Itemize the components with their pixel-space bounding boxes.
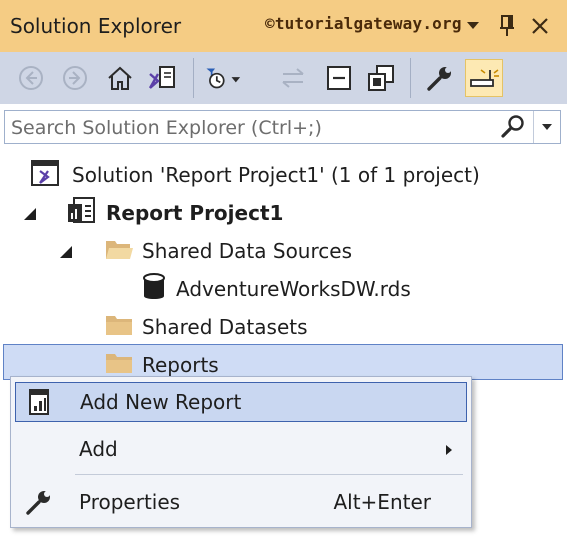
menu-item-add[interactable]: Add — [15, 429, 467, 469]
tree-item-project[interactable]: Report Project1 — [66, 195, 283, 231]
menu-item-label: Add — [79, 437, 118, 461]
panel-title: Solution Explorer — [10, 14, 182, 38]
tree-item-data-source-file[interactable]: AdventureWorksDW.rds — [140, 271, 411, 307]
chevron-down-icon[interactable] — [459, 12, 487, 40]
folder-icon — [104, 312, 134, 343]
expanded-triangle-icon[interactable] — [22, 206, 38, 222]
expanded-triangle-icon[interactable] — [58, 244, 74, 260]
home-icon[interactable] — [101, 59, 139, 97]
preview-selected-items-icon[interactable] — [465, 59, 503, 97]
sync-icon[interactable] — [274, 59, 312, 97]
submenu-arrow-icon — [445, 437, 453, 461]
solution-icon — [30, 158, 64, 193]
tree-item-label: Shared Data Sources — [142, 239, 352, 263]
database-icon — [140, 272, 168, 307]
context-menu: Add New Report Add Properties Alt+Enter — [10, 376, 472, 528]
open-folder-icon — [104, 236, 134, 267]
pin-icon[interactable] — [493, 12, 521, 40]
search-box — [4, 110, 561, 144]
menu-item-shortcut: Alt+Enter — [333, 490, 431, 514]
toolbar-separator — [193, 58, 194, 98]
tree-item-shared-datasets[interactable]: Shared Datasets — [104, 309, 308, 345]
report-project-icon — [66, 196, 98, 231]
tree-item-label: Report Project1 — [106, 201, 284, 225]
search-options-dropdown[interactable] — [533, 111, 560, 143]
pending-changes-filter-icon[interactable] — [203, 59, 241, 97]
toolbar — [0, 52, 567, 104]
toolbar-separator — [410, 58, 411, 98]
properties-icon[interactable] — [421, 59, 459, 97]
tree-item-label: Shared Datasets — [142, 315, 308, 339]
switch-views-icon[interactable] — [143, 59, 181, 97]
menu-item-add-new-report[interactable]: Add New Report — [15, 382, 467, 422]
tree-item-solution[interactable]: Solution 'Report Project1' (1 of 1 proje… — [30, 157, 480, 193]
tree-item-label: AdventureWorksDW.rds — [176, 277, 411, 301]
menu-item-label: Add New Report — [80, 390, 242, 414]
forward-icon[interactable] — [56, 59, 94, 97]
tree-item-shared-data-sources[interactable]: Shared Data Sources — [104, 233, 352, 269]
collapse-all-icon[interactable] — [320, 59, 358, 97]
menu-item-label: Properties — [79, 490, 181, 514]
tree-item-label: Solution 'Report Project1' (1 of 1 proje… — [72, 163, 480, 187]
search-input[interactable] — [9, 113, 503, 143]
wrench-icon — [25, 488, 53, 516]
close-icon[interactable] — [526, 12, 554, 40]
back-icon[interactable] — [12, 59, 50, 97]
new-report-icon — [26, 388, 54, 416]
title-bar: Solution Explorer ©tutorialgateway.org — [0, 0, 567, 52]
menu-separator — [75, 474, 463, 475]
search-icon[interactable] — [498, 113, 528, 141]
selected-row-highlight — [3, 344, 563, 380]
show-all-files-icon[interactable] — [362, 59, 400, 97]
menu-item-properties[interactable]: Properties Alt+Enter — [15, 482, 467, 522]
chevron-down-icon — [542, 124, 552, 130]
tree-item-label: Reports — [142, 353, 219, 377]
watermark-text: ©tutorialgateway.org — [265, 14, 462, 33]
